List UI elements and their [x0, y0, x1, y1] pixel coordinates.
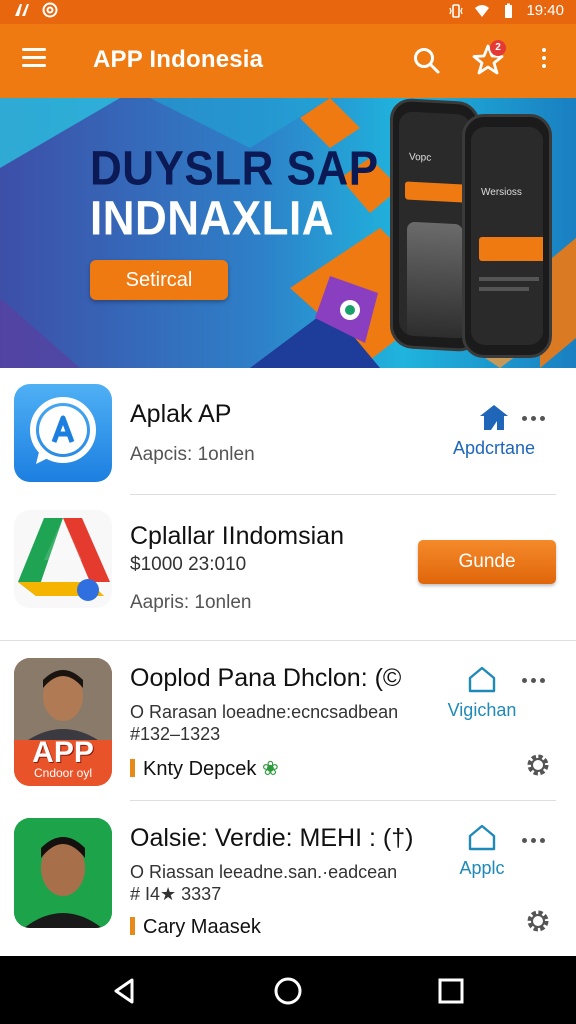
app-action-link[interactable]: Vigichan: [440, 664, 524, 721]
app-name: Aplak AP: [130, 400, 232, 428]
app-icon-caption-small: Cndoor oyl: [33, 766, 93, 780]
app-action-link[interactable]: Applc: [440, 822, 524, 879]
app-name: Ooplod Pana Dhclon: (©: [130, 664, 402, 692]
more-vert-icon[interactable]: [534, 48, 554, 76]
app-description: O Riassan leeadne.san.·eadcean: [130, 862, 398, 882]
banner-headline-1: DUYSLR SAP: [90, 141, 379, 196]
house-icon: [480, 405, 508, 430]
vibrate-icon: [449, 3, 464, 18]
app-tag: Knty Depcek ❀: [130, 756, 279, 781]
phone-right-text: Wersioss: [481, 187, 522, 198]
back-icon[interactable]: [108, 974, 142, 1008]
status-bar: 19:40: [0, 0, 576, 24]
app-price: $1000 23:010: [130, 554, 247, 575]
menu-icon[interactable]: [22, 48, 50, 74]
phone-left-text: Vopc: [409, 151, 432, 164]
app-icon-caption-big: APP: [32, 736, 94, 769]
app-icon-portrait: APP Cndoor oyl: [14, 658, 112, 786]
divider: [0, 640, 576, 641]
divider: [130, 800, 556, 801]
home-circle-icon[interactable]: [271, 974, 305, 1008]
list-item[interactable]: Cplallar IIndomsian $1000 23:010 Aapris:…: [0, 496, 576, 642]
list-item[interactable]: Oalsie: Verdie: MEHI : (†) O Riassan lee…: [0, 802, 576, 956]
battery-icon: [505, 3, 513, 18]
banner-headline-2: INDNAXLIA: [90, 191, 335, 246]
flower-icon: ❀: [261, 758, 279, 780]
app-subtitle: Aapcis: 1onlen: [130, 444, 255, 465]
more-horiz-icon[interactable]: [522, 670, 554, 683]
app-icon-drive: [14, 510, 112, 608]
search-icon[interactable]: [410, 44, 444, 78]
status-time: 19:40: [526, 2, 564, 19]
banner-cta-button[interactable]: Setircal: [90, 260, 228, 300]
app-name: Oalsie: Verdie: MEHI : (†): [130, 824, 414, 852]
app-tag: Cary Maasek: [130, 916, 261, 939]
house-icon: [468, 666, 496, 693]
person-avatar-icon: [14, 818, 112, 928]
system-nav-bar: [0, 956, 576, 1024]
wifi-icon: [475, 4, 490, 17]
app-title: APP Indonesia: [93, 46, 264, 73]
app-subtitle: Aapris: 1onlen: [130, 592, 252, 613]
phone-mockup-right: Wersioss: [462, 114, 552, 358]
house-icon: [468, 824, 496, 851]
more-horiz-icon[interactable]: [522, 830, 554, 843]
divider: [130, 494, 556, 495]
more-horiz-icon[interactable]: [522, 408, 554, 421]
copyright-icon: [42, 2, 58, 18]
app-description: O Rarasan loeadne:ecncsadbean: [130, 702, 399, 722]
signal-app-icon: [15, 4, 29, 16]
notification-badge: 2: [490, 40, 506, 56]
app-bar: APP Indonesia 2: [0, 24, 576, 98]
app-action-label: Vigichan: [447, 700, 517, 720]
install-button[interactable]: Gunde: [418, 540, 556, 584]
app-icon-portrait-2: [14, 818, 112, 928]
gear-icon[interactable]: [525, 752, 551, 778]
chat-bubble-icon: [30, 397, 96, 464]
list-item[interactable]: Aplak AP Aapcis: 1onlen Apdcrtane: [0, 368, 576, 496]
gear-icon[interactable]: [525, 908, 551, 934]
triangle-logo-icon: [18, 518, 110, 601]
app-meta: #132–1323: [130, 724, 221, 744]
app-action-label: Apdcrtane: [452, 438, 536, 458]
app-action-label: Applc: [459, 858, 505, 878]
app-meta: # I4★ 3337: [130, 884, 222, 904]
promo-banner[interactable]: DUYSLR SAP INDNAXLIA Setircal Vopc Wersi…: [0, 98, 576, 368]
recents-square-icon[interactable]: [434, 974, 468, 1008]
app-name: Cplallar IIndomsian: [130, 522, 344, 550]
app-icon-messenger: [14, 384, 112, 482]
list-item[interactable]: APP Cndoor oyl Ooplod Pana Dhclon: (© O …: [0, 642, 576, 802]
